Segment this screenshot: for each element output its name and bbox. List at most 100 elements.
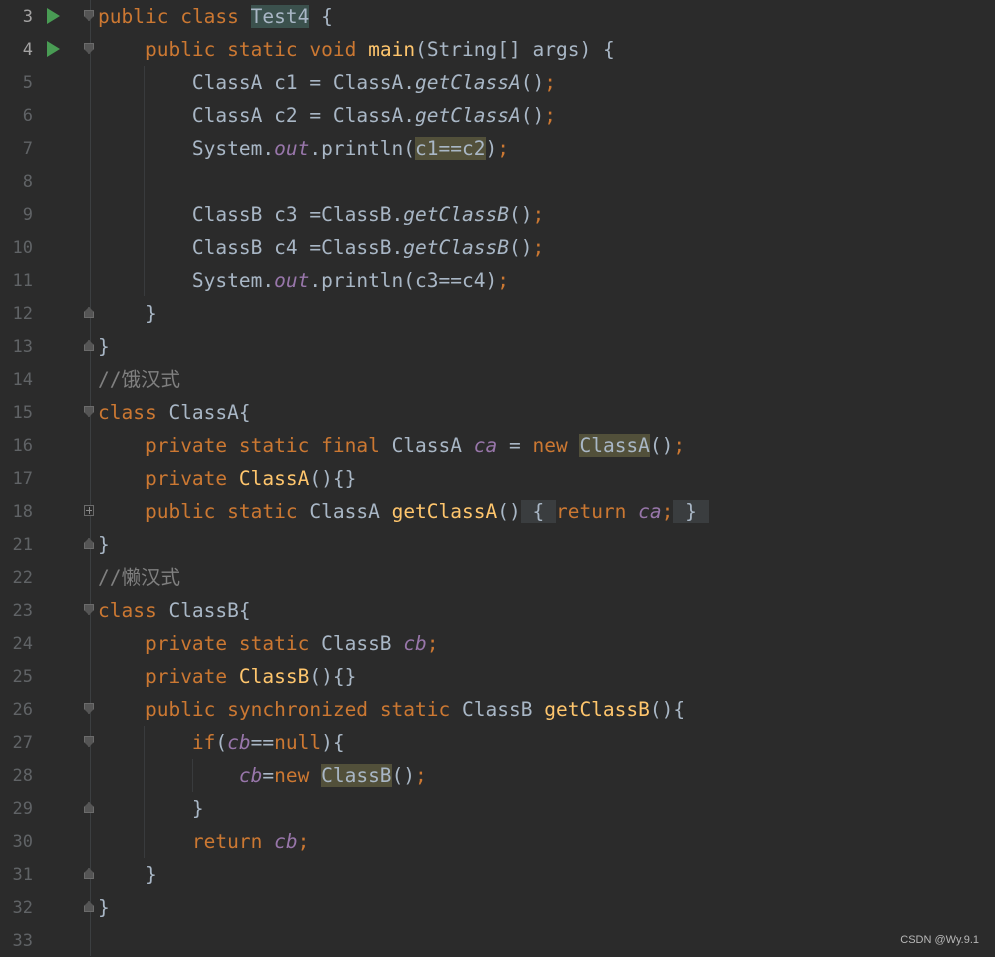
code-line[interactable]: 10 ClassB c4 =ClassB.getClassB(); <box>0 231 995 264</box>
code-line[interactable]: 30 return cb; <box>0 825 995 858</box>
code-line[interactable]: 27 if(cb==null){ <box>0 726 995 759</box>
line-number: 13 <box>12 337 33 357</box>
line-number: 6 <box>22 106 33 126</box>
line-number: 3 <box>22 7 33 27</box>
code-text: private static final ClassA ca = new Cla… <box>144 434 686 457</box>
code-text: cb=new ClassB(); <box>238 764 427 787</box>
code-text: public static ClassA getClassA() { retur… <box>144 500 709 523</box>
code-line[interactable]: 4 public static void main(String[] args)… <box>0 33 995 66</box>
line-number: 26 <box>12 700 33 720</box>
code-line[interactable]: 8 <box>0 165 995 198</box>
code-text: if(cb==null){ <box>191 731 345 754</box>
code-text: System.out.println(c1==c2); <box>191 137 509 160</box>
code-line[interactable]: 7 System.out.println(c1==c2); <box>0 132 995 165</box>
code-line[interactable]: 26 public synchronized static ClassB get… <box>0 693 995 726</box>
code-text: class ClassA{ <box>98 401 251 424</box>
code-comment: //饿汉式 <box>98 368 180 391</box>
fold-open-icon[interactable] <box>84 43 94 54</box>
line-number: 14 <box>12 370 33 390</box>
code-text: } <box>98 797 204 820</box>
line-number: 30 <box>12 832 33 852</box>
code-text: System.out.println(c3==c4); <box>191 269 509 292</box>
code-text: } <box>98 302 157 325</box>
line-number: 16 <box>12 436 33 456</box>
code-text: public class Test4 { <box>98 5 333 28</box>
code-line[interactable]: 32 } <box>0 891 995 924</box>
code-line[interactable]: 16 private static final ClassA ca = new … <box>0 429 995 462</box>
code-text: return cb; <box>191 830 310 853</box>
fold-expand-icon[interactable] <box>84 505 94 516</box>
line-number: 18 <box>12 502 33 522</box>
line-number: 22 <box>12 568 33 588</box>
line-number: 32 <box>12 898 33 918</box>
code-line[interactable]: 15 class ClassA{ <box>0 396 995 429</box>
line-number: 29 <box>12 799 33 819</box>
line-number: 28 <box>12 766 33 786</box>
run-icon[interactable] <box>47 8 60 24</box>
code-text: public synchronized static ClassB getCla… <box>144 698 686 721</box>
line-number: 17 <box>12 469 33 489</box>
code-line[interactable]: 21 } <box>0 528 995 561</box>
code-text: private static ClassB cb; <box>144 632 439 655</box>
line-number: 21 <box>12 535 33 555</box>
code-text: } <box>98 335 110 358</box>
code-text: } <box>98 863 157 886</box>
fold-close-icon[interactable] <box>84 307 94 318</box>
line-number: 23 <box>12 601 33 621</box>
code-text: ClassA c2 = ClassA.getClassA(); <box>191 104 556 127</box>
code-text: ClassB c4 =ClassB.getClassB(); <box>191 236 545 259</box>
code-line[interactable]: 24 private static ClassB cb; <box>0 627 995 660</box>
fold-close-icon[interactable] <box>84 901 94 912</box>
fold-open-icon[interactable] <box>84 703 94 714</box>
code-line[interactable]: 22 //懒汉式 <box>0 561 995 594</box>
fold-close-icon[interactable] <box>84 868 94 879</box>
code-line[interactable]: 5 ClassA c1 = ClassA.getClassA(); <box>0 66 995 99</box>
code-text: class ClassB{ <box>98 599 251 622</box>
fold-open-icon[interactable] <box>84 736 94 747</box>
code-line[interactable]: 18 public static ClassA getClassA() { re… <box>0 495 995 528</box>
line-number: 12 <box>12 304 33 324</box>
code-text: ClassB c3 =ClassB.getClassB(); <box>191 203 545 226</box>
line-number: 7 <box>22 139 33 159</box>
code-text: } <box>98 896 110 919</box>
line-number: 9 <box>22 205 33 225</box>
code-text: ClassA c1 = ClassA.getClassA(); <box>191 71 556 94</box>
fold-open-icon[interactable] <box>84 406 94 417</box>
line-number: 24 <box>12 634 33 654</box>
code-line[interactable]: 17 private ClassA(){} <box>0 462 995 495</box>
fold-close-icon[interactable] <box>84 802 94 813</box>
code-text: private ClassB(){} <box>144 665 357 688</box>
watermark: CSDN @Wy.9.1 <box>900 934 979 946</box>
code-line[interactable]: 29 } <box>0 792 995 825</box>
line-number: 5 <box>22 73 33 93</box>
line-number: 8 <box>22 172 33 192</box>
line-number: 27 <box>12 733 33 753</box>
code-line[interactable]: 3 public class Test4 { <box>0 0 995 33</box>
fold-open-icon[interactable] <box>84 10 94 21</box>
code-line[interactable]: 28 cb=new ClassB(); <box>0 759 995 792</box>
code-line[interactable]: 13 } <box>0 330 995 363</box>
line-number: 33 <box>12 931 33 951</box>
code-line[interactable]: 12 } <box>0 297 995 330</box>
fold-close-icon[interactable] <box>84 538 94 549</box>
code-line[interactable]: 25 private ClassB(){} <box>0 660 995 693</box>
code-comment: //懒汉式 <box>98 566 180 589</box>
fold-close-icon[interactable] <box>84 340 94 351</box>
code-line[interactable]: 14 //饿汉式 <box>0 363 995 396</box>
code-line[interactable]: 9 ClassB c3 =ClassB.getClassB(); <box>0 198 995 231</box>
code-line[interactable]: 31 } <box>0 858 995 891</box>
run-icon[interactable] <box>47 41 60 57</box>
code-text: private ClassA(){} <box>144 467 357 490</box>
code-line[interactable]: 23 class ClassB{ <box>0 594 995 627</box>
fold-open-icon[interactable] <box>84 604 94 615</box>
line-number: 4 <box>22 40 33 60</box>
line-number: 15 <box>12 403 33 423</box>
code-line[interactable]: 6 ClassA c2 = ClassA.getClassA(); <box>0 99 995 132</box>
code-editor[interactable]: 3 public class Test4 { 4 public static v… <box>0 0 995 956</box>
code-text: public static void main(String[] args) { <box>144 38 615 61</box>
line-number: 31 <box>12 865 33 885</box>
line-number: 10 <box>12 238 33 258</box>
code-line[interactable]: 11 System.out.println(c3==c4); <box>0 264 995 297</box>
code-text: } <box>98 533 110 556</box>
code-line[interactable]: 33 <box>0 924 995 957</box>
